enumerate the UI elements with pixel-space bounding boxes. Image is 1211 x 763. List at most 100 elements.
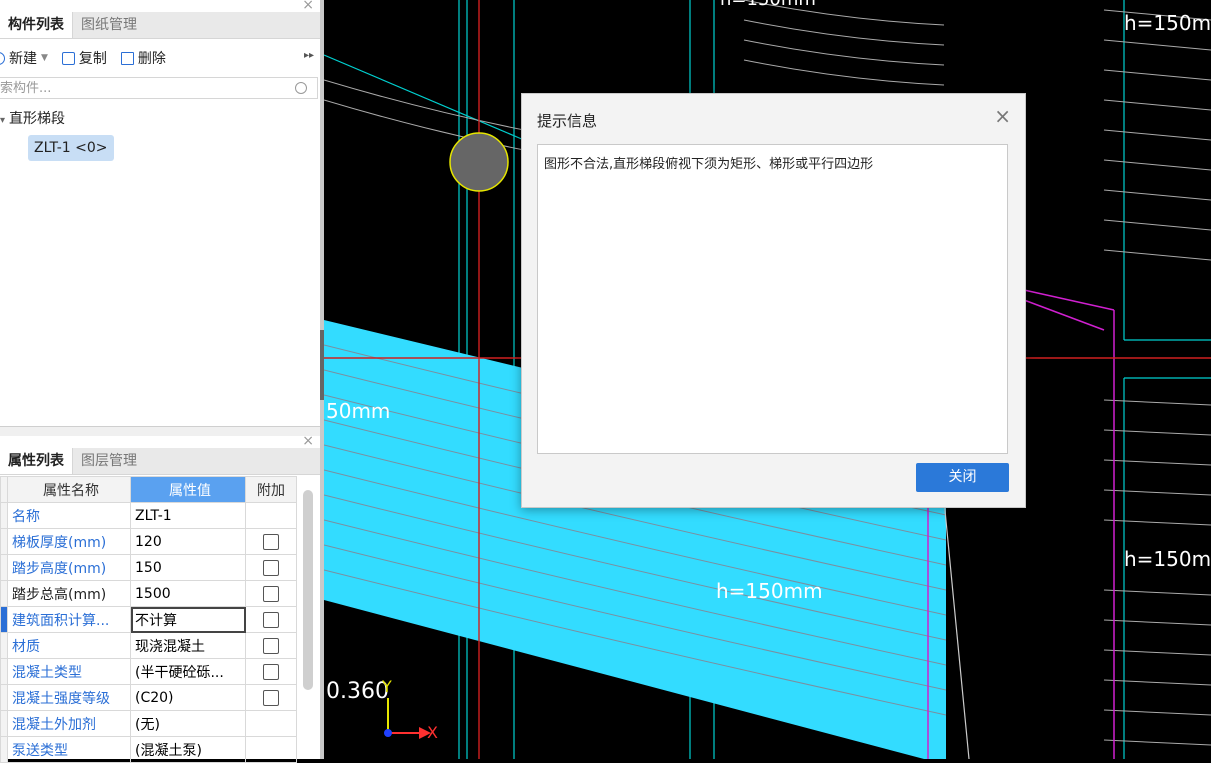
row-handle (0, 710, 8, 737)
row-handle (0, 658, 8, 685)
extra-checkbox[interactable] (263, 559, 279, 576)
property-name: 混凝土类型 (7, 658, 131, 685)
extra-checkbox[interactable] (263, 689, 279, 706)
column-circle[interactable] (449, 132, 509, 192)
label-height-top-right: h=150mm (1124, 11, 1211, 35)
property-value[interactable]: (半干硬砼砾... (130, 658, 246, 685)
label-height-mid-right: h=150mm (1124, 547, 1211, 571)
table-row[interactable]: 材质 现浇混凝土 (0, 632, 297, 659)
row-handle (0, 580, 8, 607)
property-value[interactable]: (无) (130, 710, 246, 737)
property-value[interactable]: 现浇混凝土 (130, 632, 246, 659)
header-extra: 附加 (245, 476, 297, 503)
row-handle-header (0, 476, 8, 503)
extra-cell (245, 658, 297, 685)
component-toolbar: 新建 ▼ 复制 删除 ▸▸ (0, 44, 320, 72)
extra-checkbox[interactable] (263, 611, 279, 628)
tree-node-straight-stair[interactable]: ▾ 直形梯段 (0, 108, 65, 128)
label-elevation: 0.360 (326, 679, 389, 704)
left-panel: × 构件列表 图纸管理 新建 ▼ 复制 删除 ▸▸ 索构件... ▾ 直形梯段 … (0, 0, 320, 763)
component-tabbar: 构件列表 图纸管理 (0, 12, 320, 39)
trash-icon (120, 51, 134, 65)
property-value[interactable]: 150 (130, 554, 246, 581)
row-handle (0, 528, 8, 555)
property-name: 混凝土外加剂 (7, 710, 131, 737)
tab-property-list[interactable]: 属性列表 (0, 448, 73, 474)
chevron-down-icon[interactable]: ▼ (41, 53, 48, 63)
new-icon (0, 51, 5, 65)
property-name: 建筑面积计算... (7, 606, 131, 633)
extra-cell (245, 710, 297, 737)
delete-button[interactable]: 删除 (120, 48, 166, 68)
table-row[interactable]: 梯板厚度(mm) 120 (0, 528, 297, 555)
new-button[interactable]: 新建 ▼ (0, 48, 48, 68)
close-icon[interactable]: × (994, 104, 1011, 128)
extra-checkbox[interactable] (263, 585, 279, 602)
more-icon[interactable]: ▸▸ (304, 50, 314, 61)
property-value[interactable]: 120 (130, 528, 246, 555)
property-name: 梯板厚度(mm) (7, 528, 131, 555)
close-button[interactable]: 关闭 (916, 463, 1009, 492)
property-value-editing[interactable]: 不计算 (130, 606, 246, 633)
prompt-dialog: 提示信息 × 图形不合法,直形梯段俯视下须为矩形、梯形或平行四边形 关闭 (521, 93, 1026, 508)
extra-checkbox[interactable] (263, 533, 279, 550)
tab-component-list[interactable]: 构件列表 (0, 12, 73, 38)
extra-cell (245, 502, 297, 529)
header-property-name: 属性名称 (7, 476, 131, 503)
extra-cell (245, 528, 297, 555)
tree-node-label: 直形梯段 (9, 111, 66, 127)
tree-item-zlt-1[interactable]: ZLT-1 <0> (28, 135, 114, 161)
axis-y-label: Y (381, 677, 392, 696)
label-top-cut: h=150mm (720, 0, 816, 10)
copy-icon (61, 51, 75, 65)
property-name: 踏步高度(mm) (7, 554, 131, 581)
extra-cell (245, 684, 297, 711)
copy-label: 复制 (78, 51, 107, 67)
close-icon[interactable]: × (302, 433, 314, 449)
property-value[interactable]: 1500 (130, 580, 246, 607)
property-table: 属性名称 属性值 附加 名称 ZLT-1 梯板厚度(mm) 120 踏步高度(m… (0, 476, 297, 763)
delete-label: 删除 (137, 51, 166, 67)
search-icon[interactable] (295, 82, 307, 94)
label-left-cut: 50mm (326, 399, 390, 423)
extra-cell (245, 606, 297, 633)
extra-cell (245, 632, 297, 659)
new-label: 新建 (9, 51, 37, 67)
property-value[interactable]: (C20) (130, 684, 246, 711)
row-handle (0, 606, 8, 633)
dialog-title: 提示信息 (537, 112, 598, 130)
property-tabbar: 属性列表 图层管理 (0, 448, 320, 475)
dialog-message: 图形不合法,直形梯段俯视下须为矩形、梯形或平行四边形 (544, 157, 874, 172)
property-value[interactable]: ZLT-1 (130, 502, 246, 529)
table-row[interactable]: 踏步总高(mm) 1500 (0, 580, 297, 607)
property-name: 名称 (7, 502, 131, 529)
table-row[interactable]: 混凝土强度等级 (C20) (0, 684, 297, 711)
header-property-value: 属性值 (130, 476, 246, 503)
extra-checkbox[interactable] (263, 637, 279, 654)
tree-collapse-icon[interactable]: ▾ (0, 115, 5, 126)
axis-x-label: X (427, 723, 438, 742)
extra-cell (245, 554, 297, 581)
property-scrollbar[interactable] (303, 490, 313, 690)
table-row[interactable]: 混凝土类型 (半干硬砼砾... (0, 658, 297, 685)
row-handle (0, 632, 8, 659)
copy-button[interactable]: 复制 (61, 48, 107, 68)
dialog-message-box: 图形不合法,直形梯段俯视下须为矩形、梯形或平行四边形 (537, 144, 1008, 454)
tab-drawing-management[interactable]: 图纸管理 (73, 12, 145, 38)
row-handle (0, 684, 8, 711)
ucs-axis-icon: Y X (381, 677, 438, 742)
search-input[interactable]: 索构件... (0, 77, 318, 99)
extra-checkbox[interactable] (263, 663, 279, 680)
table-row[interactable]: 建筑面积计算... 不计算 (0, 606, 297, 633)
table-header-row: 属性名称 属性值 附加 (0, 476, 297, 503)
label-height-stair: h=150mm (716, 579, 823, 603)
table-row[interactable]: 混凝土外加剂 (无) (0, 710, 297, 737)
table-row[interactable]: 名称 ZLT-1 (0, 502, 297, 529)
cad-edge-line (943, 499, 970, 759)
property-name: 材质 (7, 632, 131, 659)
row-handle (0, 554, 8, 581)
row-handle (0, 502, 8, 529)
extra-cell (245, 580, 297, 607)
table-row[interactable]: 踏步高度(mm) 150 (0, 554, 297, 581)
tab-layer-management[interactable]: 图层管理 (73, 448, 145, 474)
